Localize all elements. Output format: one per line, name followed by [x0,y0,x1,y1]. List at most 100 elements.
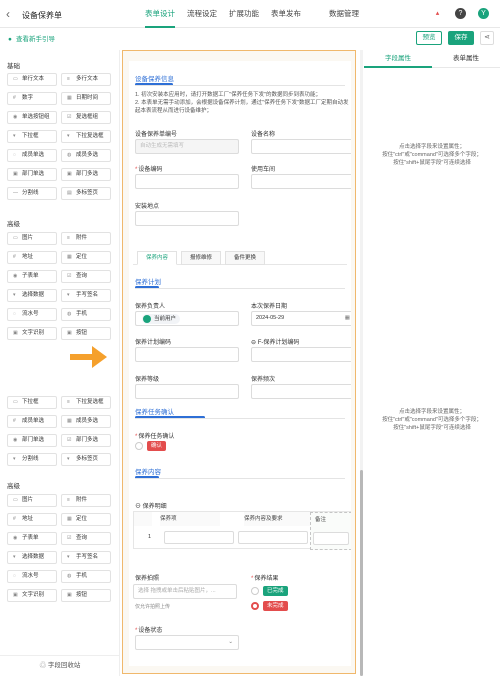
palette-field[interactable]: ▭ 图片 [7,232,57,245]
tab-spare-parts[interactable]: 备件更换 [225,251,265,265]
section-title: 保养计划 [135,279,161,286]
palette-field[interactable]: ◌ 流水号 [7,570,57,583]
palette-field[interactable]: ≡ 下拉复选框 [61,396,111,409]
palette-field-label: 地址 [22,254,34,260]
help-icon[interactable]: ? [455,8,466,19]
palette-field[interactable]: ▭ 下拉框 [7,396,57,409]
palette-field[interactable]: # 数字 [7,92,57,105]
palette-field-label: 单选按钮组 [22,114,50,120]
field-type-icon: ≡ [67,497,70,503]
tab-form-properties[interactable]: 表单属性 [432,50,500,68]
palette-field[interactable]: ▦ 日期时间 [61,92,111,105]
location-input[interactable] [135,211,239,226]
save-button[interactable]: 保存 [448,31,474,45]
palette-field[interactable]: ◉ 子表单 [7,270,57,283]
palette-field[interactable]: ▣ 部门单选 [7,168,57,181]
note-column-selected[interactable]: 备注 [310,512,351,550]
palette-field-label: 部门多选 [76,171,99,177]
form-body: 设备保养信息 1. 初次安装本应用时，请打开数据工厂"保养任务下发"的数据同步到… [129,61,351,666]
recycle-bin-button[interactable]: ♲ 字段回收站 [0,655,120,676]
palette-field[interactable]: ▣ 按钮 [61,327,111,340]
equipment-code-input[interactable] [135,174,239,189]
main-tabs: 表单设计 流程设定 扩展功能 表单发布 数据管理 [145,0,371,28]
date-input[interactable]: 2024-05-29 ▦ [251,311,351,326]
workshop-input[interactable] [251,174,351,189]
status-select[interactable]: ⌄ [135,635,239,650]
palette-field[interactable]: ◉ 单选按钮组 [7,111,57,124]
note-input[interactable] [313,532,349,545]
palette-field[interactable]: ▭ 单行文本 [7,73,57,86]
palette-field[interactable]: ▦ 成员多选 [61,415,111,428]
palette-field[interactable]: ◌ 流水号 [7,308,57,321]
palette-field[interactable]: ▾ 手写签名 [61,289,111,302]
level-input[interactable] [135,384,239,399]
palette-field[interactable]: — 分割线 [7,187,57,200]
tab-extensions[interactable]: 扩展功能 [229,0,259,28]
palette-field[interactable]: ▾ 分割线 [7,453,57,466]
palette-field[interactable]: ◍ 手机 [61,308,111,321]
palette-field[interactable]: ◉ 子表单 [7,532,57,545]
tab-data-management[interactable]: 数据管理 [329,0,359,28]
palette-field[interactable]: ≡ 附件 [61,232,111,245]
recycle-label: 字段回收站 [47,662,81,669]
palette-field[interactable]: ☑ 部门多选 [61,434,111,447]
palette-field[interactable]: ▾ 下拉框 [7,130,57,143]
palette-field[interactable]: ≡ 附件 [61,494,111,507]
top-bar: ‹ 设备保养单 表单设计 流程设定 扩展功能 表单发布 数据管理 ▴ ? Y [0,0,500,28]
equipment-name-input[interactable] [251,139,351,154]
tab-flow[interactable]: 流程设定 [187,0,217,28]
palette-field[interactable]: ◍ 成员多选 [61,149,111,162]
item-input[interactable] [164,531,234,544]
tab-publish[interactable]: 表单发布 [271,0,301,28]
guide-link[interactable]: ● 查看新手引导 [8,33,55,43]
field-type-icon: ☑ [67,437,72,443]
tab-repair[interactable]: 报修维修 [181,251,221,265]
tab-field-properties[interactable]: 字段属性 [364,50,432,68]
palette-field[interactable]: ☑ 查询 [61,532,111,545]
preview-button[interactable]: 预览 [416,31,442,45]
requirement-input[interactable] [238,531,308,544]
palette-field[interactable]: # 地址 [7,513,57,526]
palette-field[interactable]: ☑ 复选框组 [61,111,111,124]
avatar[interactable]: Y [478,8,489,19]
owner-input[interactable]: 当前用户 [135,311,239,326]
plan-code-input[interactable] [135,347,239,362]
frequency-input[interactable] [251,384,351,399]
palette-field[interactable]: ▣ 部门多选 [61,168,111,181]
tab-maintenance-content[interactable]: 保养内容 [137,251,177,265]
palette-field[interactable]: ▦ 定位 [61,513,111,526]
palette-field[interactable]: ▾ 下拉复选框 [61,130,111,143]
palette-field[interactable]: ◍ 手机 [61,570,111,583]
palette-field[interactable]: ▤ 多标签页 [61,187,111,200]
palette-field[interactable]: ▾ 多标签页 [61,453,111,466]
palette-field[interactable]: ◉ 部门单选 [7,434,57,447]
result-radio-done[interactable] [251,587,259,595]
bell-icon[interactable]: ▴ [432,8,443,19]
palette-field-label: 复选框组 [76,114,99,120]
palette-field[interactable]: ◌ 成员单选 [7,149,57,162]
palette-field[interactable]: ▣ 文字识别 [7,327,57,340]
confirm-radio[interactable] [135,442,143,450]
canvas-scrollbar[interactable] [360,50,363,676]
palette-field[interactable]: ▣ 按钮 [61,589,111,602]
field-type-icon: ▣ [13,330,18,336]
palette-field[interactable]: ▦ 定位 [61,251,111,264]
scroll-thumb[interactable] [360,470,363,676]
palette-field[interactable]: # 成员单选 [7,415,57,428]
plan-code-linked-input[interactable] [251,347,351,362]
palette-field[interactable]: # 地址 [7,251,57,264]
share-icon[interactable]: ⋖ [480,31,494,45]
tab-form-design[interactable]: 表单设计 [145,0,175,28]
result-radio-undone[interactable] [251,602,259,610]
palette-field[interactable]: ☑ 查询 [61,270,111,283]
palette-field[interactable]: ▾ 手写签名 [61,551,111,564]
palette-field[interactable]: ▣ 文字识别 [7,589,57,602]
palette-field[interactable]: ▭ 图片 [7,494,57,507]
photo-upload[interactable]: 选择 拖拽或单击后粘贴图片，... [133,584,237,599]
hint-line: 点击选择字段来设置属性； [398,144,465,150]
palette-field[interactable]: ▾ 选择数据 [7,289,57,302]
palette-field[interactable]: ≡ 多行文本 [61,73,111,86]
field-label: ⊖ 保养明细 [135,501,167,510]
palette-field[interactable]: ▾ 选择数据 [7,551,57,564]
chevron-left-icon[interactable]: ‹ [6,7,10,21]
